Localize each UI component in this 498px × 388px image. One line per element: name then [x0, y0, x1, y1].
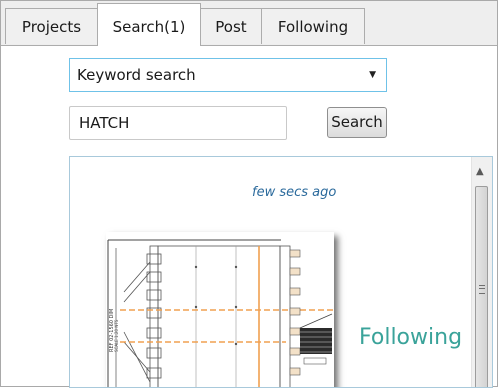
tab-following[interactable]: Following [261, 8, 365, 44]
keyword-input[interactable] [69, 106, 287, 140]
result-timestamp: few secs ago [252, 185, 337, 200]
tab-strip: Projects Search(1) Post Following [1, 1, 497, 46]
tab-projects-label: Projects [21, 18, 82, 36]
search-mode-dropdown[interactable]: Keyword search ▼ [69, 58, 387, 92]
following-status: Following [359, 325, 463, 350]
tab-following-label: Following [277, 18, 349, 36]
tab-search-label: Search(1) [112, 18, 186, 36]
svg-text:SCALE 1:20 NTS: SCALE 1:20 NTS [114, 319, 119, 352]
search-panel: Projects Search(1) Post Following Keywor… [0, 0, 498, 388]
tab-divider [1, 45, 497, 46]
scroll-up-arrow-icon[interactable]: ▲ [476, 166, 484, 177]
tab-search[interactable]: Search(1) [97, 3, 201, 46]
results-list: few secs ago REF 02-1560 DIM SCALE 1:20 … [69, 156, 493, 388]
tab-projects[interactable]: Projects [5, 8, 98, 44]
caret-down-icon: ▼ [369, 70, 376, 80]
results-scrollbar[interactable]: ▲ [471, 157, 492, 387]
scroll-grip-icon [479, 285, 485, 294]
scroll-thumb[interactable] [475, 186, 488, 387]
drawing-thumbnail[interactable]: REF 02-1560 DIM SCALE 1:20 NTS [106, 232, 334, 387]
drawing-thumbnail-image: REF 02-1560 DIM SCALE 1:20 NTS [106, 232, 334, 387]
search-button[interactable]: Search [327, 107, 387, 138]
tab-post-label: Post [215, 18, 247, 36]
search-mode-value: Keyword search [77, 66, 196, 84]
tab-post[interactable]: Post [200, 8, 262, 44]
